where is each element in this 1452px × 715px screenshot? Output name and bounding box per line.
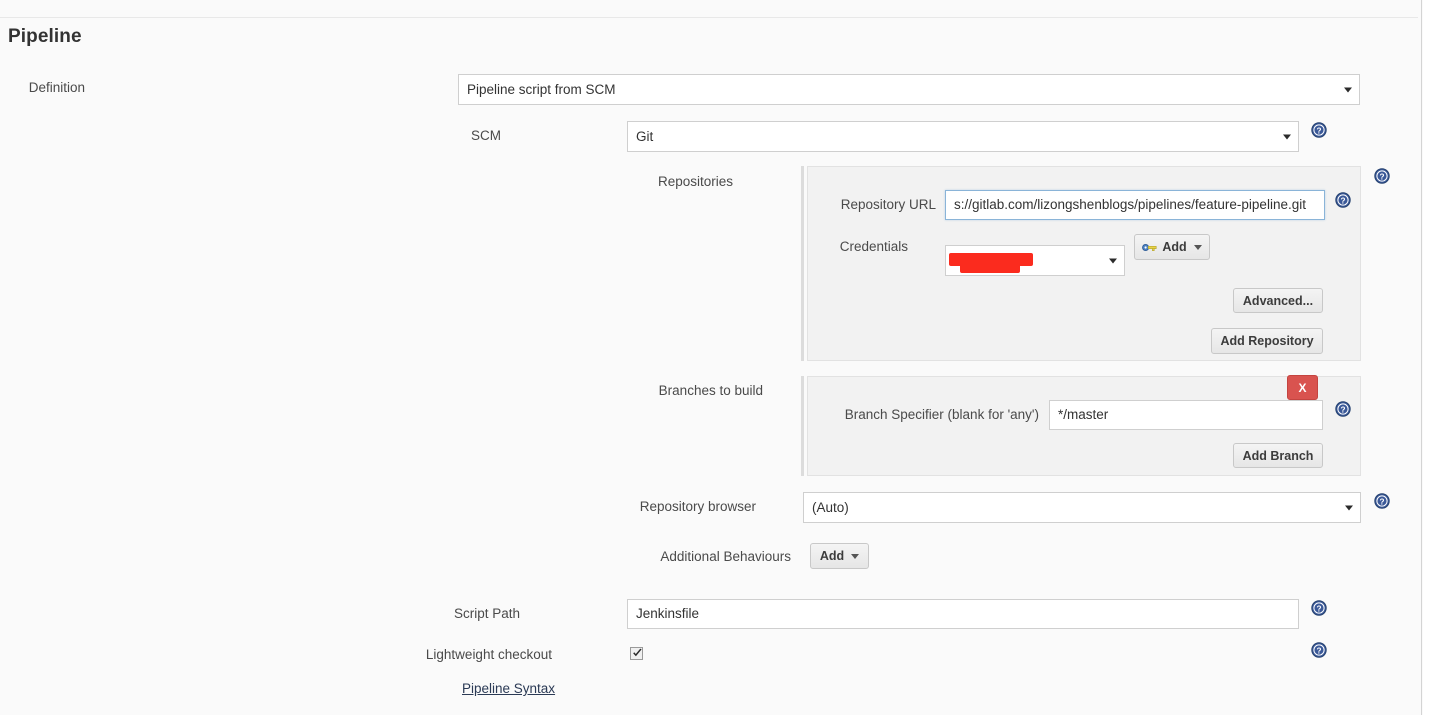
chevron-down-icon [1283, 134, 1291, 139]
branch-specifier-label: Branch Specifier (blank for 'any') [844, 407, 1039, 422]
branch-specifier-input[interactable]: */master [1049, 400, 1323, 430]
chevron-down-icon [1193, 244, 1202, 250]
svg-text:?: ? [1379, 498, 1384, 507]
credentials-add-label: Add [1162, 240, 1187, 254]
additional-behaviours-add-button[interactable]: Add [810, 543, 869, 569]
repository-browser-select[interactable]: (Auto) [803, 492, 1361, 523]
lightweight-checkout-help-icon[interactable]: ? [1311, 642, 1327, 658]
right-gutter [1423, 0, 1452, 715]
add-repository-button-label: Add Repository [1220, 334, 1314, 348]
repository-url-value: s://gitlab.com/lizongshenblogs/pipelines… [954, 197, 1306, 213]
repository-browser-value: (Auto) [812, 499, 849, 515]
svg-text:?: ? [1316, 127, 1321, 136]
add-branch-button[interactable]: Add Branch [1233, 443, 1323, 468]
repository-url-input[interactable]: s://gitlab.com/lizongshenblogs/pipelines… [945, 190, 1325, 220]
scm-help-icon[interactable]: ? [1311, 122, 1327, 138]
repository-browser-help-icon[interactable]: ? [1374, 493, 1390, 509]
repositories-label: Repositories [657, 174, 733, 189]
chevron-down-icon [851, 553, 860, 559]
branches-panel-rail [801, 376, 804, 476]
script-path-input[interactable]: Jenkinsfile [627, 599, 1299, 629]
scm-select[interactable]: Git [627, 121, 1299, 152]
add-repository-button[interactable]: Add Repository [1211, 328, 1323, 354]
definition-select[interactable]: Pipeline script from SCM [458, 74, 1360, 105]
repository-url-label: Repository URL [840, 197, 936, 212]
lightweight-checkout-label: Lightweight checkout [425, 647, 552, 662]
branches-to-build-label: Branches to build [658, 383, 763, 398]
credentials-select[interactable]: ***** [945, 245, 1125, 276]
credentials-add-button[interactable]: Add [1134, 234, 1210, 260]
right-panel-divider [1421, 0, 1422, 715]
additional-behaviours-label: Additional Behaviours [660, 549, 791, 564]
script-path-value: Jenkinsfile [636, 606, 700, 622]
repository-url-help-icon[interactable]: ? [1335, 192, 1351, 208]
delete-branch-label: X [1298, 380, 1307, 395]
svg-text:?: ? [1316, 647, 1321, 656]
script-path-label: Script Path [453, 606, 520, 621]
top-divider [0, 17, 1418, 18]
svg-text:?: ? [1379, 173, 1384, 182]
advanced-button[interactable]: Advanced... [1233, 288, 1323, 313]
definition-select-value: Pipeline script from SCM [467, 81, 616, 97]
page-title: Pipeline [8, 26, 82, 47]
chevron-down-icon [1344, 87, 1352, 92]
pipeline-config-page: Pipeline Definition Pipeline script from… [0, 0, 1452, 715]
credentials-label: Credentials [839, 239, 908, 254]
chevron-down-icon [1109, 258, 1117, 263]
credentials-select-value: ***** [994, 252, 1021, 268]
svg-text:?: ? [1340, 197, 1345, 206]
script-path-help-icon[interactable]: ? [1311, 600, 1327, 616]
scm-select-value: Git [636, 128, 654, 144]
delete-branch-button[interactable]: X [1287, 375, 1318, 400]
repositories-help-icon[interactable]: ? [1374, 168, 1390, 184]
repository-browser-label: Repository browser [639, 499, 756, 514]
advanced-button-label: Advanced... [1242, 293, 1314, 308]
branch-specifier-value: */master [1058, 407, 1109, 423]
additional-behaviours-add-label: Add [819, 549, 845, 563]
branch-specifier-help-icon[interactable]: ? [1335, 401, 1351, 417]
pipeline-syntax-link[interactable]: Pipeline Syntax [462, 681, 555, 696]
svg-text:?: ? [1340, 406, 1345, 415]
add-branch-button-label: Add Branch [1242, 448, 1314, 463]
key-icon [1142, 242, 1157, 253]
svg-text:?: ? [1316, 605, 1321, 614]
scm-label: SCM [471, 128, 501, 143]
definition-label: Definition [28, 80, 85, 95]
repositories-panel-rail [801, 166, 804, 361]
chevron-down-icon [1345, 505, 1353, 510]
lightweight-checkout-checkbox[interactable] [630, 647, 643, 660]
